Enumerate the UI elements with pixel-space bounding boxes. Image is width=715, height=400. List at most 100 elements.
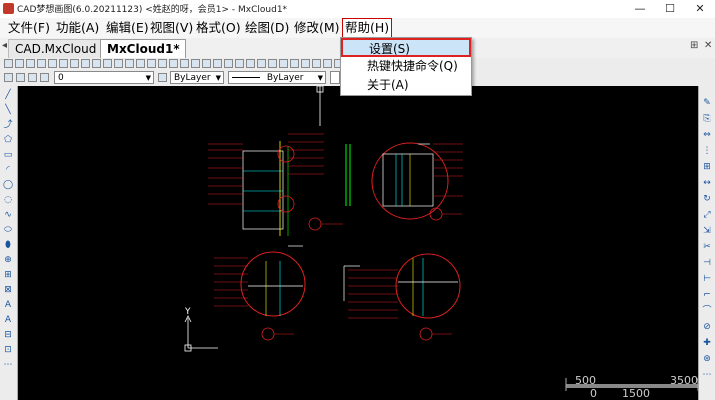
- new-icon[interactable]: [4, 59, 13, 68]
- measure-icon[interactable]: [202, 59, 211, 68]
- layer-select[interactable]: 0 ▼: [54, 71, 154, 84]
- stretch-icon[interactable]: ⇲: [702, 226, 712, 236]
- ellipse-arc-icon[interactable]: ⬮: [3, 240, 13, 250]
- more-modify-icon[interactable]: ⋯: [702, 370, 712, 380]
- mtext-icon[interactable]: A: [3, 315, 13, 325]
- rotate-icon[interactable]: ↻: [702, 194, 712, 204]
- layer-value: 0: [58, 73, 64, 83]
- area-icon[interactable]: [224, 59, 233, 68]
- offset-icon[interactable]: ⋮: [702, 146, 712, 156]
- line-icon[interactable]: ╱: [3, 90, 13, 100]
- layer-color-icon[interactable]: [40, 73, 49, 82]
- paste-icon[interactable]: [70, 59, 79, 68]
- menu-item-settings[interactable]: 设置(S): [341, 38, 471, 57]
- pan-icon[interactable]: [103, 59, 112, 68]
- save-icon[interactable]: [26, 59, 35, 68]
- menu-file[interactable]: 文件(F): [6, 19, 52, 37]
- color-select[interactable]: ByLayer ▼: [170, 71, 224, 84]
- cut-icon[interactable]: [48, 59, 57, 68]
- menu-modify[interactable]: 修改(M): [292, 19, 342, 37]
- zoom-out-icon[interactable]: [125, 59, 134, 68]
- arc-icon[interactable]: ◜: [3, 165, 13, 175]
- redo-icon[interactable]: [92, 59, 101, 68]
- menu-bar: 文件(F) 功能(A) 编辑(E) 视图(V) 格式(O) 绘图(D) 修改(M…: [0, 18, 715, 38]
- block-icon[interactable]: [301, 59, 310, 68]
- xline-icon[interactable]: ╲: [3, 105, 13, 115]
- maximize-button[interactable]: ☐: [655, 0, 685, 18]
- linetype-select[interactable]: ByLayer ▼: [228, 71, 326, 84]
- break-icon[interactable]: ⊢: [702, 274, 712, 284]
- move-icon[interactable]: ↔: [702, 178, 712, 188]
- menu-item-about[interactable]: 关于(A): [341, 76, 471, 95]
- grid-icon[interactable]: [235, 59, 244, 68]
- insert-icon[interactable]: [312, 59, 321, 68]
- array-icon[interactable]: ⊞: [702, 162, 712, 172]
- menu-edit[interactable]: 编辑(E): [104, 19, 151, 37]
- insert-block-icon[interactable]: ⊕: [3, 255, 13, 265]
- ortho-icon[interactable]: [257, 59, 266, 68]
- osnap-icon[interactable]: [268, 59, 277, 68]
- copy-icon[interactable]: [59, 59, 68, 68]
- scale-label-0: 0: [590, 387, 597, 400]
- minimize-button[interactable]: —: [625, 0, 655, 18]
- layer-lock-icon[interactable]: [28, 73, 37, 82]
- hatch-icon[interactable]: [323, 59, 332, 68]
- layer-manager-icon[interactable]: [4, 73, 13, 82]
- undo-icon[interactable]: [81, 59, 90, 68]
- ellipse-icon[interactable]: ⬭: [3, 225, 13, 235]
- chamfer-icon[interactable]: ⌐: [702, 290, 712, 300]
- edit-icon[interactable]: ⊛: [702, 354, 712, 364]
- distance-icon[interactable]: [213, 59, 222, 68]
- circle-icon[interactable]: ◯: [3, 180, 13, 190]
- extend-icon[interactable]: ⊣: [702, 258, 712, 268]
- join-icon[interactable]: ✚: [702, 338, 712, 348]
- donut-icon[interactable]: ◌: [3, 195, 13, 205]
- mirror-icon[interactable]: ⇔: [702, 130, 712, 140]
- make-current-icon[interactable]: [158, 73, 167, 82]
- pin-icon[interactable]: ⊞: [690, 40, 698, 51]
- drawing-canvas[interactable]: Y 500 3500 0 1500: [18, 86, 698, 400]
- trim-icon[interactable]: ✂: [702, 242, 712, 252]
- tab-prev-icon[interactable]: ◂: [2, 40, 7, 51]
- copy-obj-icon[interactable]: ⎘: [702, 114, 712, 124]
- print-icon[interactable]: [37, 59, 46, 68]
- text-icon[interactable]: [290, 59, 299, 68]
- make-block-icon[interactable]: ⊞: [3, 270, 13, 280]
- more-icon[interactable]: ⋯: [3, 360, 13, 370]
- rectangle-icon[interactable]: ▭: [3, 150, 13, 160]
- dim-icon[interactable]: [279, 59, 288, 68]
- hatch-icon[interactable]: ⊟: [3, 330, 13, 340]
- polyline-icon[interactable]: ⤴: [3, 120, 13, 130]
- scale-icon[interactable]: ⤢: [702, 210, 712, 220]
- zoom-extents-icon[interactable]: [147, 59, 156, 68]
- properties-icon[interactable]: [169, 59, 178, 68]
- menu-format[interactable]: 格式(O): [194, 19, 243, 37]
- point-icon[interactable]: ⊠: [3, 285, 13, 295]
- layer-state-icon[interactable]: [16, 73, 25, 82]
- region-icon[interactable]: ⊡: [3, 345, 13, 355]
- zoom-in-icon[interactable]: [114, 59, 123, 68]
- menu-function[interactable]: 功能(A): [54, 19, 101, 37]
- detail-drawing-3: [214, 245, 306, 341]
- menu-view[interactable]: 视图(V): [148, 19, 195, 37]
- menu-item-shortcuts[interactable]: 热键快捷命令(Q): [341, 57, 471, 76]
- open-icon[interactable]: [15, 59, 24, 68]
- explode-icon[interactable]: ⊘: [702, 322, 712, 332]
- tab-close-icon[interactable]: ✕: [704, 40, 712, 51]
- spline-icon[interactable]: ∿: [3, 210, 13, 220]
- lineweight-select[interactable]: [330, 71, 340, 84]
- regen-icon[interactable]: [158, 59, 167, 68]
- close-button[interactable]: ✕: [685, 0, 715, 18]
- polygon-icon[interactable]: ⬠: [3, 135, 13, 145]
- tab-mxcloud1[interactable]: MxCloud1*: [100, 39, 186, 58]
- match-icon[interactable]: [191, 59, 200, 68]
- fillet-icon[interactable]: ⌒: [702, 306, 712, 316]
- text-icon[interactable]: A: [3, 300, 13, 310]
- menu-help[interactable]: 帮助(H): [342, 18, 393, 38]
- erase-icon[interactable]: ✎: [702, 98, 712, 108]
- zoom-window-icon[interactable]: [136, 59, 145, 68]
- tab-cad-mxcloud[interactable]: CAD.MxCloud: [8, 39, 108, 58]
- snap-icon[interactable]: [246, 59, 255, 68]
- menu-draw[interactable]: 绘图(D): [243, 19, 291, 37]
- layers-icon[interactable]: [180, 59, 189, 68]
